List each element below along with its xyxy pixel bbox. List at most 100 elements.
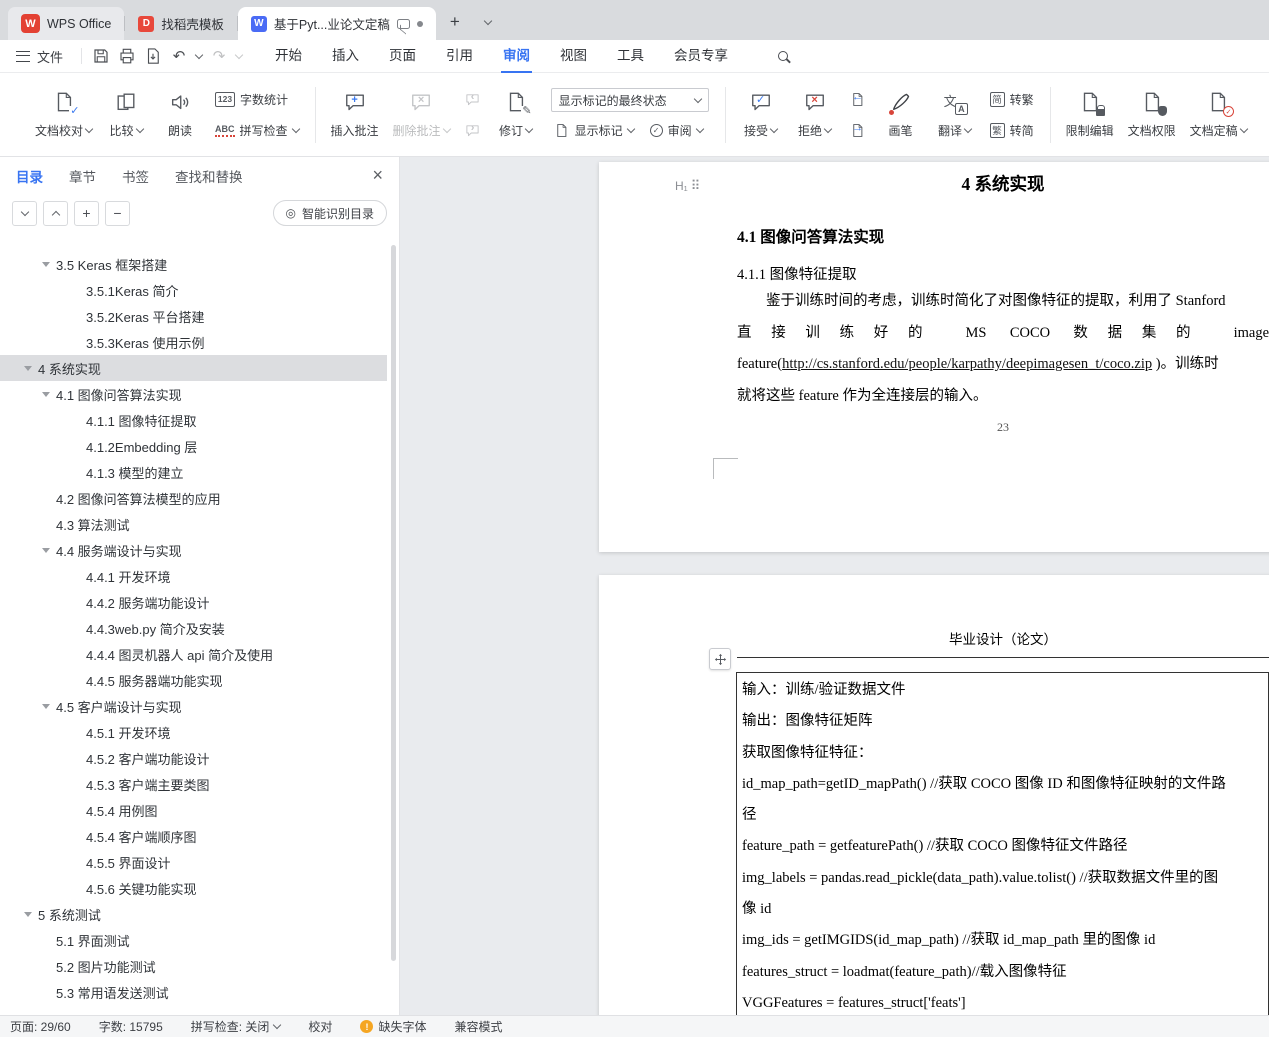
toc-item[interactable]: 4.5 客户端设计与实现 [0,693,387,719]
toc-item[interactable]: 4.5.4 客户端顺序图 [0,823,387,849]
toc-item[interactable]: 4.4.4 图灵机器人 api 简介及使用 [0,641,387,667]
document-canvas[interactable]: H₁ ⠿ 4 系统实现 4.1 图像问答算法实现 4.1.1 图像特征提取 鉴于… [400,157,1269,1015]
toc-item[interactable]: 4 系统实现 [0,355,387,381]
toc-item[interactable]: 4.5.5 界面设计 [0,849,387,875]
toc-item[interactable]: 4.5.3 客户端主要类图 [0,771,387,797]
toc-item-label: 4.5.6 关键功能实现 [86,881,197,897]
toc-item[interactable]: 4.1.1 图像特征提取 [0,407,387,433]
pane-tab[interactable]: 书签 [122,166,149,186]
expand-triangle-icon[interactable] [42,547,50,553]
expand-triangle-icon[interactable] [24,365,32,371]
prev-change-button[interactable]: ← [847,88,869,110]
toc-item[interactable]: 5.2 图片功能测试 [0,953,387,979]
menu-item[interactable]: 会员专享 [659,40,743,73]
toc-item[interactable]: 4.4.2 服务端功能设计 [0,589,387,615]
toc-item[interactable]: 3.5.1Keras 简介 [0,277,387,303]
doc-proofread-button[interactable]: ✓ 文档校对 [28,80,99,150]
toc-item[interactable]: 4.1.3 模型的建立 [0,459,387,485]
word-count-button[interactable]: 123 字数统计 [212,88,302,110]
collapse-heading-button[interactable] [12,200,37,226]
smart-toc-button[interactable]: ◎ 智能识别目录 [272,200,387,226]
toc-item[interactable]: 5 系统测试 [0,901,387,927]
collapse-all-button[interactable]: − [105,200,130,226]
ink-pen-button[interactable]: 画笔 [874,80,928,150]
expand-triangle-icon[interactable] [42,703,50,709]
chevron-down-icon [194,50,204,59]
translate-button[interactable]: 文A 翻译 [928,80,982,150]
save-button[interactable] [88,43,114,69]
menu-item[interactable]: 页面 [374,40,431,73]
spell-check-status[interactable]: 拼写检查: 关闭 [191,1018,282,1035]
doc-finalize-button[interactable]: ✓ 文档定稿 [1183,80,1254,150]
toc-item[interactable]: 4.4.1 开发环境 [0,563,387,589]
pane-tab[interactable]: 查找和替换 [175,166,243,186]
tab-list-chevron-button[interactable] [475,9,501,35]
expand-all-button[interactable]: + [74,200,99,226]
hyperlink-coco-zip[interactable]: http://cs.stanford.edu/people/karpathy/d… [782,356,1152,372]
menu-item[interactable]: 工具 [602,40,659,73]
track-changes-button[interactable]: ✎ 修订 [489,80,543,150]
sidebar-scrollbar[interactable] [391,245,396,961]
menu-item[interactable]: 插入 [317,40,374,73]
expand-triangle-icon[interactable] [42,391,50,397]
expand-triangle-icon[interactable] [42,261,50,267]
close-pane-button[interactable]: × [372,165,383,185]
toc-item[interactable]: 5.3 常用语发送测试 [0,979,387,1005]
export-pdf-button[interactable] [140,43,166,69]
new-tab-button[interactable]: + [442,9,468,35]
next-change-button[interactable]: → [847,119,869,141]
toc-item[interactable]: 4.3 算法测试 [0,511,387,537]
doc-permission-button[interactable]: 文档权限 [1121,80,1183,150]
review-button[interactable]: ✓ 审阅 [647,119,706,141]
toc-item[interactable]: 4.5.2 客户端功能设计 [0,745,387,771]
simplified-to-traditional-button[interactable]: 简 转繁 [987,88,1037,110]
toc-item[interactable]: 4.5.6 关键功能实现 [0,875,387,901]
proofread-status-button[interactable]: 校对 [308,1018,332,1035]
pane-tab[interactable]: 章节 [69,166,96,186]
toc-item[interactable]: 4.4 服务端设计与实现 [0,537,387,563]
expand-triangle-icon[interactable] [24,911,32,917]
toc-item[interactable]: 4.2 图像问答算法模型的应用 [0,485,387,511]
track-changes-icon: ✎ [504,90,532,117]
pane-tab[interactable]: 目录 [16,166,43,186]
toc-item[interactable]: 4.4.3web.py 简介及安装 [0,615,387,641]
insert-comment-button[interactable]: + 插入批注 [324,80,386,150]
toc-item[interactable]: 3.5.2Keras 平台搭建 [0,303,387,329]
missing-fonts-warning[interactable]: ! 缺失字体 [360,1018,426,1035]
restrict-editing-button[interactable]: 限制编辑 [1059,80,1121,150]
menu-item[interactable]: 开始 [260,40,317,73]
tab-document-active[interactable]: W 基于Pyt...业论文定稿 [237,7,436,40]
hamburger-icon [16,50,30,62]
markup-state-select[interactable]: 显示标记的最终状态 [550,88,709,112]
compare-button[interactable]: 比较 [99,80,153,150]
comment-bubble-icon[interactable] [396,18,410,29]
table-move-handle[interactable] [709,648,731,670]
toc-item[interactable]: 5.1 界面测试 [0,927,387,953]
tab-wps-home[interactable]: W WPS Office [8,7,125,40]
toc-item[interactable]: 4.1 图像问答算法实现 [0,381,387,407]
show-markup-button[interactable]: 显示标记 [551,119,637,141]
undo-button[interactable]: ↶ [166,43,192,69]
file-menu-button[interactable]: 文件 [0,40,75,72]
word-count-status[interactable]: 字数: 15795 [99,1018,163,1035]
print-button[interactable] [114,43,140,69]
heading-drag-handle[interactable]: H₁ ⠿ [675,178,700,194]
accept-change-button[interactable]: ✓ 接受 [734,80,788,150]
expand-heading-button[interactable] [43,200,68,226]
toc-item[interactable]: 3.5.3Keras 使用示例 [0,329,387,355]
toc-item[interactable]: 4.5.1 开发环境 [0,719,387,745]
undo-chevron[interactable] [192,43,206,69]
toc-item[interactable]: 4.5.4 用例图 [0,797,387,823]
menu-item[interactable]: 引用 [431,40,488,73]
toc-item[interactable]: 4.4.5 服务器端功能实现 [0,667,387,693]
reject-change-button[interactable]: × 拒绝 [788,80,842,150]
toc-item[interactable]: 4.1.2Embedding 层 [0,433,387,459]
search-button[interactable] [769,43,797,69]
traditional-to-simplified-button[interactable]: 繁 转简 [987,119,1037,141]
menu-item[interactable]: 视图 [545,40,602,73]
tab-docer-template[interactable]: D 找稻壳模板 [125,7,237,40]
spell-check-button[interactable]: ABC 拼写检查 [212,119,302,141]
read-aloud-button[interactable]: 朗读 [153,80,207,150]
toc-item[interactable]: 3.5 Keras 框架搭建 [0,251,387,277]
menu-item[interactable]: 审阅 [488,40,545,73]
